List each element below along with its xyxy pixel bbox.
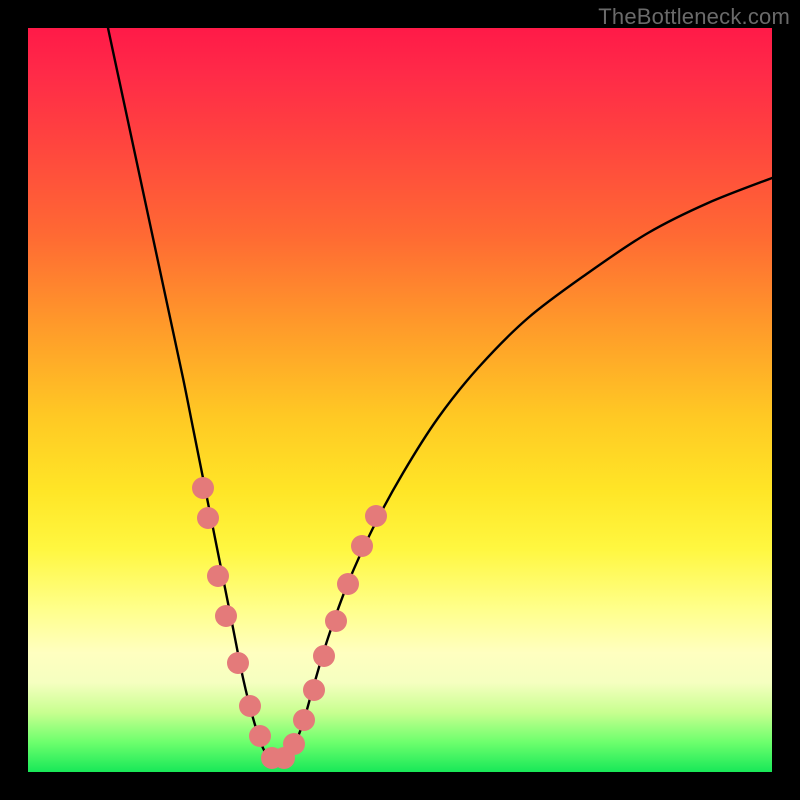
curve-marker bbox=[351, 535, 373, 557]
marker-group bbox=[192, 477, 387, 769]
curve-marker bbox=[192, 477, 214, 499]
curve-marker bbox=[227, 652, 249, 674]
curve-marker bbox=[197, 507, 219, 529]
curve-marker bbox=[207, 565, 229, 587]
bottleneck-curve bbox=[108, 28, 772, 765]
curve-marker bbox=[249, 725, 271, 747]
curve-marker bbox=[215, 605, 237, 627]
curve-marker bbox=[283, 733, 305, 755]
curve-overlay bbox=[28, 28, 772, 772]
curve-marker bbox=[313, 645, 335, 667]
curve-marker bbox=[239, 695, 261, 717]
chart-frame: TheBottleneck.com bbox=[0, 0, 800, 800]
curve-marker bbox=[365, 505, 387, 527]
watermark-text: TheBottleneck.com bbox=[598, 4, 790, 30]
curve-marker bbox=[293, 709, 315, 731]
curve-marker bbox=[303, 679, 325, 701]
curve-marker bbox=[337, 573, 359, 595]
curve-marker bbox=[325, 610, 347, 632]
